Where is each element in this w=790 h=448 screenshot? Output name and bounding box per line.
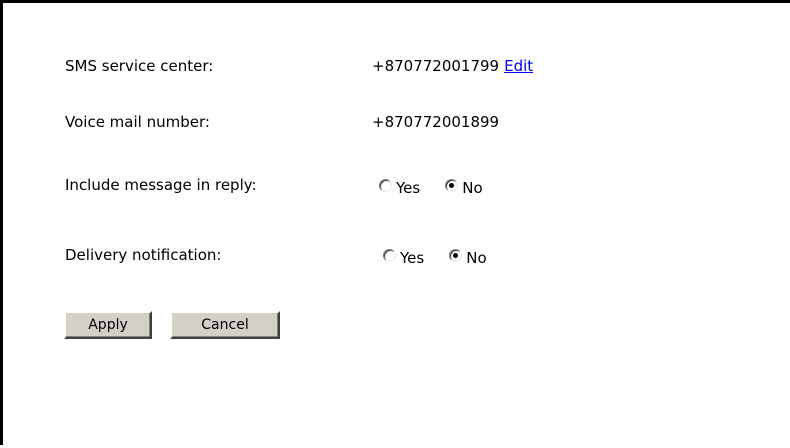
delivery-notification-no-radio[interactable] [449, 248, 463, 262]
include-message-no-radio[interactable] [445, 178, 459, 192]
delivery-notification-row: Delivery notification: Yes No [65, 243, 665, 267]
include-message-no-option[interactable]: No [445, 176, 483, 197]
include-message-yes-label: Yes [396, 179, 421, 197]
delivery-notification-radio-group: Yes No [383, 243, 512, 267]
apply-button[interactable]: Apply [64, 311, 152, 339]
include-message-in-reply-label: Include message in reply: [65, 176, 257, 194]
sms-service-center-row: SMS service center: +870772001799 Edit [65, 54, 665, 78]
voice-mail-number-label: Voice mail number: [65, 113, 210, 131]
voice-mail-number-row: Voice mail number: +870772001899 [65, 110, 665, 134]
sms-service-center-label: SMS service center: [65, 57, 214, 75]
delivery-notification-yes-label: Yes [400, 249, 425, 267]
cancel-button[interactable]: Cancel [170, 311, 280, 339]
include-message-in-reply-row: Include message in reply: Yes No [65, 173, 665, 197]
sms-service-center-value: +870772001799 [372, 57, 500, 75]
delivery-notification-no-option[interactable]: No [449, 246, 487, 267]
delivery-notification-yes-radio[interactable] [383, 248, 396, 262]
include-message-yes-radio[interactable] [379, 178, 392, 192]
delivery-notification-yes-option[interactable]: Yes [383, 246, 425, 267]
include-message-no-label: No [462, 179, 483, 197]
delivery-notification-label: Delivery notification: [65, 246, 222, 264]
sms-settings-panel: SMS service center: +870772001799 Edit Vo… [6, 6, 790, 448]
edit-sms-service-center-link[interactable]: Edit [504, 57, 533, 75]
window-frame: SMS service center: +870772001799 Edit Vo… [0, 0, 790, 445]
sms-service-center-value-group: +870772001799 Edit [372, 54, 533, 78]
include-message-yes-option[interactable]: Yes [379, 176, 421, 197]
include-message-in-reply-radio-group: Yes No [379, 173, 508, 197]
delivery-notification-no-label: No [466, 249, 487, 267]
voice-mail-number-value: +870772001899 [372, 113, 500, 131]
